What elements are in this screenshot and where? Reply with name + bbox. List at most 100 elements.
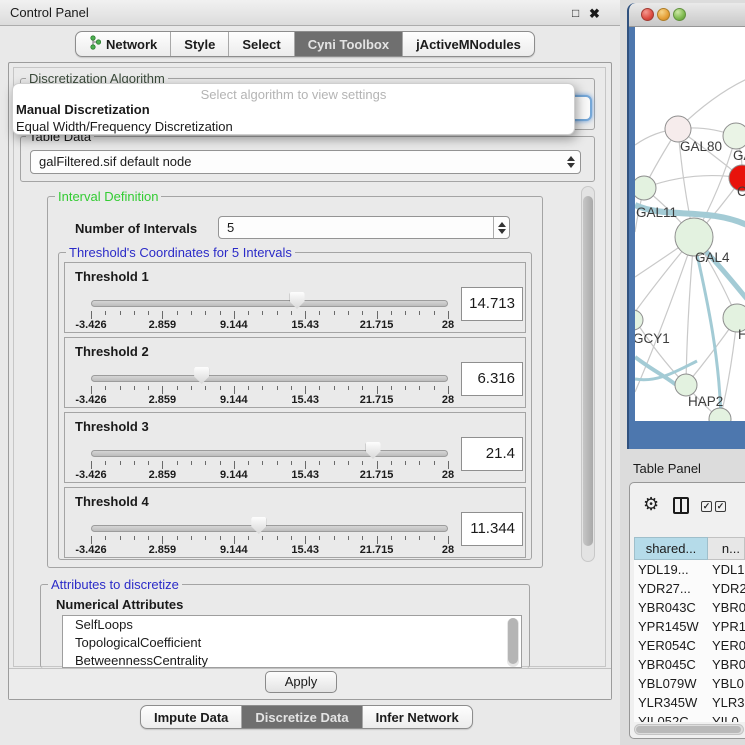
checkbox-icon-1[interactable]: ✓ — [701, 501, 712, 512]
combo-stepper-icon[interactable] — [567, 151, 575, 173]
threshold-slider[interactable]: -3.4262.8599.14415.4321.71528 — [91, 413, 448, 484]
dropdown-hint-option[interactable]: Select algorithm to view settings — [13, 87, 574, 102]
columns-icon[interactable] — [673, 497, 689, 514]
cell-shared-name[interactable]: YIL052C — [634, 712, 708, 722]
network-node-gal11[interactable] — [635, 176, 656, 200]
column-header-shared-name[interactable]: shared... — [634, 537, 708, 560]
scale-label: 28 — [442, 469, 454, 481]
dropdown-option-manual[interactable]: Manual Discretization — [16, 102, 150, 117]
threshold-row: Threshold 4-3.4262.8599.14415.4321.71528… — [64, 487, 526, 558]
network-node-ga[interactable] — [723, 123, 745, 149]
content-vertical-scrollbar[interactable] — [581, 186, 595, 562]
threshold-value-field[interactable]: 14.713 — [461, 287, 523, 321]
cell-name[interactable]: YIL0 — [708, 712, 745, 722]
apply-button[interactable]: Apply — [265, 671, 337, 693]
cell-name[interactable]: YBR0 — [708, 598, 745, 617]
tab-impute-data[interactable]: Impute Data — [141, 706, 241, 728]
checkbox-icon-2[interactable]: ✓ — [715, 501, 726, 512]
threshold-value-field[interactable]: 11.344 — [461, 512, 523, 546]
tick-mark — [105, 311, 106, 315]
cell-name[interactable]: YLR3 — [708, 693, 745, 712]
tab-cyni-toolbox[interactable]: Cyni Toolbox — [294, 32, 402, 56]
cell-name[interactable]: YBR0 — [708, 655, 745, 674]
tab-network[interactable]: Network — [76, 32, 170, 56]
cell-shared-name[interactable]: YBR043C — [634, 598, 708, 617]
slider-track[interactable] — [91, 375, 448, 382]
cell-name[interactable]: YER0 — [708, 636, 745, 655]
gear-icon[interactable]: ⚙ — [643, 495, 659, 513]
table-row[interactable]: YIL052CYIL0 — [634, 712, 745, 722]
tick-mark — [234, 536, 235, 544]
close-icon[interactable]: ✖ — [589, 6, 600, 22]
threshold-slider[interactable]: -3.4262.8599.14415.4321.71528 — [91, 263, 448, 334]
slider-track[interactable] — [91, 525, 448, 532]
table-row[interactable]: YBR045CYBR0 — [634, 655, 745, 674]
tick-mark — [405, 461, 406, 465]
tick-mark — [120, 461, 121, 465]
threshold-value-field[interactable]: 6.316 — [461, 362, 523, 396]
hscroll-thumb[interactable] — [636, 726, 741, 733]
network-node-gcy1[interactable] — [635, 310, 643, 330]
cell-name[interactable]: YDR2 — [708, 579, 745, 598]
table-horizontal-scrollbar[interactable] — [634, 724, 744, 735]
zoom-traffic-light-icon[interactable] — [673, 8, 686, 21]
network-edge[interactable] — [635, 237, 694, 392]
tab-select[interactable]: Select — [228, 32, 293, 56]
network-canvas[interactable]: GAL80GACGAL11GAL4GCY1HHAP2 — [635, 27, 745, 421]
tab-discretize-data-label: Discretize Data — [255, 710, 348, 725]
network-node[interactable] — [709, 408, 731, 421]
number-of-intervals-spinner[interactable]: 5 — [218, 216, 510, 239]
spinner-stepper-icon[interactable] — [493, 217, 509, 238]
dropdown-option-equal-width[interactable]: Equal Width/Frequency Discretization — [16, 119, 233, 134]
tab-style[interactable]: Style — [170, 32, 228, 56]
slider-track[interactable] — [91, 300, 448, 307]
tick-mark — [419, 311, 420, 315]
table-row[interactable]: YDL19...YDL1 — [634, 560, 745, 579]
table-row[interactable]: YER054CYER0 — [634, 636, 745, 655]
network-edge-highlighted[interactable] — [694, 241, 721, 417]
cell-shared-name[interactable]: YLR345W — [634, 693, 708, 712]
threshold-value-field[interactable]: 21.4 — [461, 437, 523, 471]
table-row[interactable]: YPR145WYPR1 — [634, 617, 745, 636]
column-header-name[interactable]: n... — [708, 537, 745, 560]
float-window-icon[interactable]: □ — [572, 6, 579, 20]
tick-mark — [448, 386, 449, 394]
list-vertical-scrollbar[interactable] — [507, 618, 519, 667]
cell-shared-name[interactable]: YBL079W — [634, 674, 708, 693]
tab-jactivemnodules[interactable]: jActiveMNodules — [402, 32, 534, 56]
cell-name[interactable]: YPR1 — [708, 617, 745, 636]
slider-track[interactable] — [91, 450, 448, 457]
cell-shared-name[interactable]: YDR27... — [634, 579, 708, 598]
cell-name[interactable]: YDL1 — [708, 560, 745, 579]
cell-shared-name[interactable]: YER054C — [634, 636, 708, 655]
list-item[interactable]: SelfLoops — [63, 616, 521, 634]
scrollbar-thumb[interactable] — [583, 196, 593, 546]
network-edge[interactable] — [644, 176, 742, 188]
network-node-hap2[interactable] — [675, 374, 697, 396]
minimize-traffic-light-icon[interactable] — [657, 8, 670, 21]
list-item[interactable]: TopologicalCoefficient — [63, 634, 521, 652]
threshold-slider[interactable]: -3.4262.8599.14415.4321.71528 — [91, 338, 448, 409]
threshold-slider[interactable]: -3.4262.8599.14415.4321.71528 — [91, 488, 448, 559]
cell-shared-name[interactable]: YPR145W — [634, 617, 708, 636]
tick-mark — [148, 536, 149, 540]
table-row[interactable]: YLR345WYLR3 — [634, 693, 745, 712]
tab-discretize-data[interactable]: Discretize Data — [241, 706, 361, 728]
tab-infer-network[interactable]: Infer Network — [362, 706, 472, 728]
list-item[interactable]: BetweennessCentrality — [63, 652, 521, 668]
close-traffic-light-icon[interactable] — [641, 8, 654, 21]
table-data-combobox[interactable]: galFiltered.sif default node — [30, 150, 581, 174]
tick-mark — [391, 536, 392, 540]
cell-shared-name[interactable]: YDL19... — [634, 560, 708, 579]
numerical-attributes-list[interactable]: SelfLoopsTopologicalCoefficientBetweenne… — [62, 615, 522, 668]
table-row[interactable]: YBL079WYBL0 — [634, 674, 745, 693]
network-window-titlebar[interactable] — [629, 3, 745, 27]
cell-name[interactable]: YBL0 — [708, 674, 745, 693]
table-row[interactable]: YBR043CYBR0 — [634, 598, 745, 617]
table-row[interactable]: YDR27...YDR2 — [634, 579, 745, 598]
list-scrollbar-thumb[interactable] — [508, 618, 518, 664]
cell-shared-name[interactable]: YBR045C — [634, 655, 708, 674]
tick-mark — [91, 386, 92, 394]
tick-mark — [220, 386, 221, 390]
tick-mark — [448, 311, 449, 319]
